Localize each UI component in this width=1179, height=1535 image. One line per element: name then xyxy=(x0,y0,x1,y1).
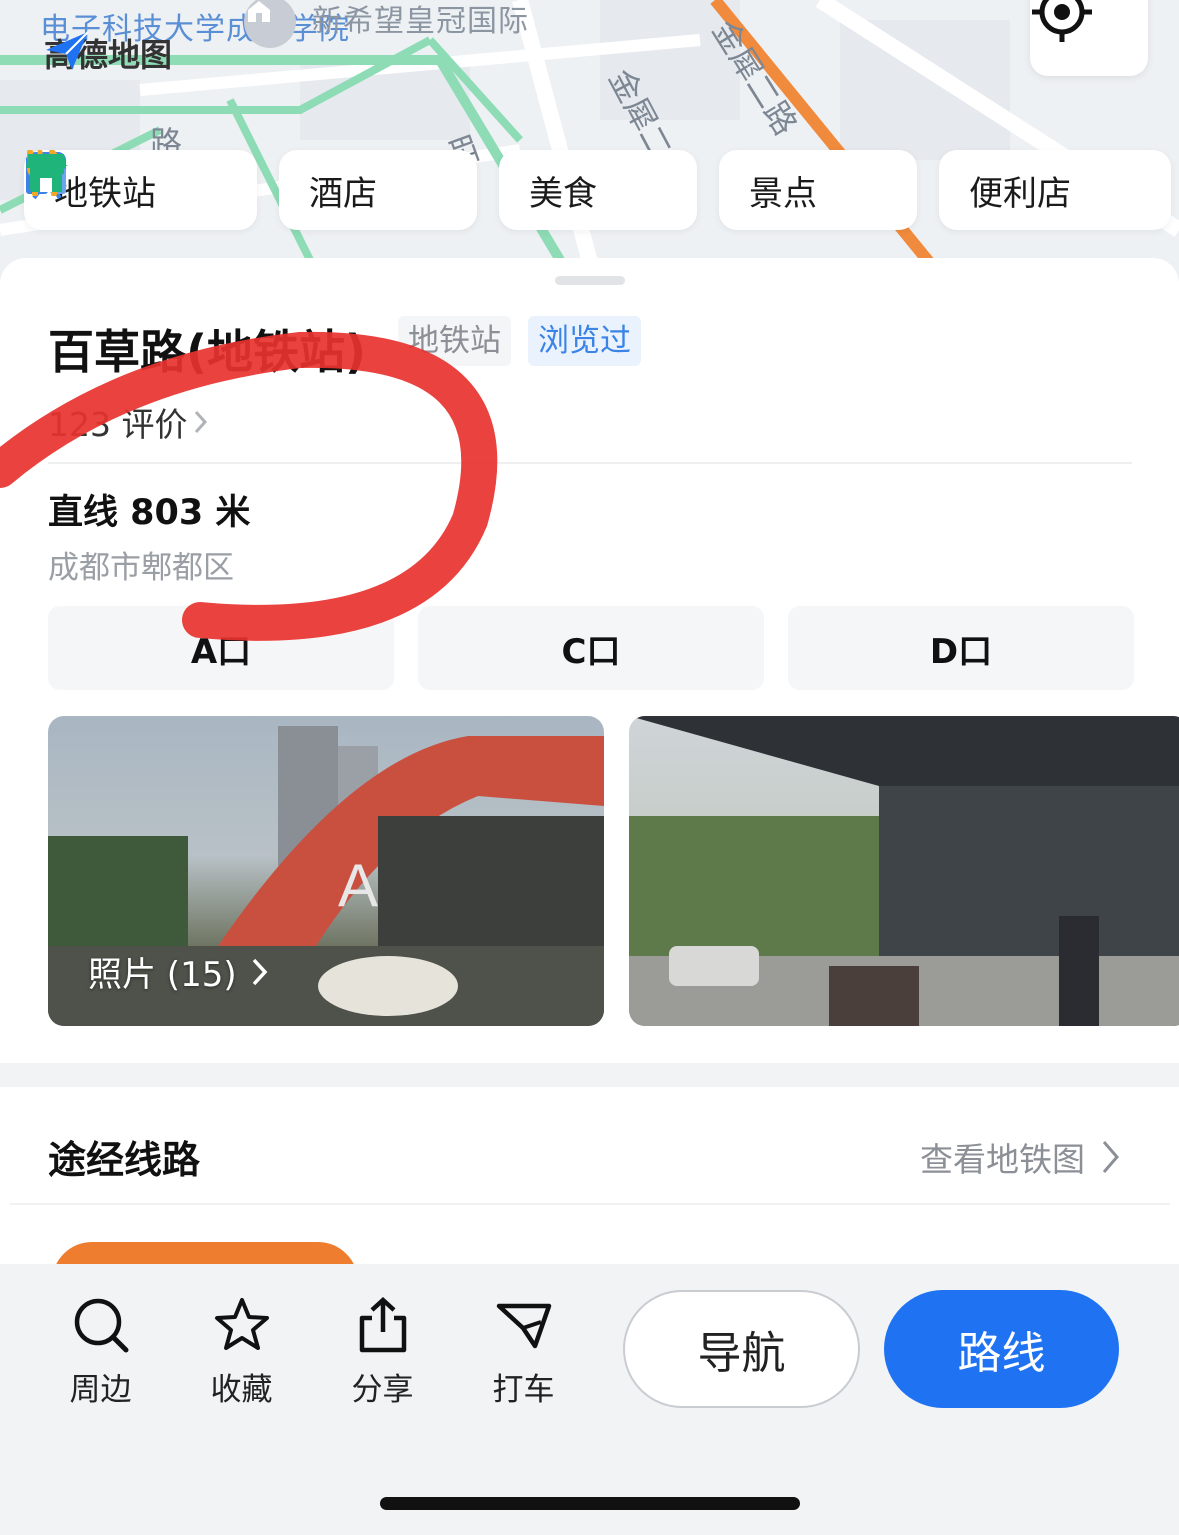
station-photo-scene xyxy=(629,716,1179,1026)
map-poi-label[interactable]: 新希望皇冠国际 xyxy=(312,0,529,40)
chip-attraction[interactable]: 景点 xyxy=(26,150,917,230)
action-label: 分享 xyxy=(351,1372,414,1408)
chip-hotel[interactable]: 酒店 xyxy=(26,150,477,230)
drag-handle[interactable] xyxy=(555,276,625,285)
viewed-tag: 浏览过 xyxy=(528,316,641,366)
station-photo[interactable] xyxy=(629,716,1179,1026)
locate-target-icon xyxy=(1032,0,1092,42)
chevron-right-icon xyxy=(252,958,267,985)
chip-food[interactable]: 美食 xyxy=(27,150,697,230)
annotation-scribble xyxy=(0,331,498,641)
action-label: 收藏 xyxy=(210,1372,273,1408)
taxi-button[interactable]: 打车 xyxy=(471,1296,576,1409)
divider xyxy=(10,1203,1170,1205)
locate-button[interactable] xyxy=(1030,0,1148,76)
amap-logo: 高德地图 xyxy=(44,30,172,76)
exit-button-d[interactable]: D口 xyxy=(788,606,1134,690)
section-gap xyxy=(0,1063,1179,1087)
svg-text:A: A xyxy=(338,852,378,919)
photos-caption: 照片 (15) xyxy=(88,955,237,995)
amap-arrow-icon xyxy=(46,31,89,70)
routes-section: 途经线路 查看地铁图 xyxy=(0,1087,1179,1302)
store-icon xyxy=(26,154,66,192)
category-chips: 地铁站 酒店 美食 景点 便利店 xyxy=(24,150,1171,230)
photos-count-link[interactable]: 照片 (15) xyxy=(88,947,269,996)
chip-label: 便利店 xyxy=(969,173,1071,214)
bottom-action-bar: 周边 收藏 分享 打车 导航 路线 xyxy=(0,1264,1179,1535)
search-icon xyxy=(74,1298,128,1353)
chevron-right-icon xyxy=(1102,1141,1119,1173)
chip-label: 美食 xyxy=(529,173,597,214)
nearby-button[interactable]: 周边 xyxy=(48,1296,153,1409)
station-photo[interactable]: A 照片 (15) xyxy=(48,716,604,1026)
action-group: 周边 收藏 分享 打车 xyxy=(48,1296,576,1409)
chip-label: 景点 xyxy=(749,173,817,214)
home-indicator[interactable] xyxy=(380,1497,800,1510)
chip-label: 酒店 xyxy=(309,173,377,214)
view-metro-map-link[interactable]: 查看地铁图 xyxy=(920,1133,1121,1181)
action-label: 打车 xyxy=(492,1372,555,1408)
map-view[interactable]: 电子科技大学成都学院 新希望皇冠国际 金犀二路 金犀二路 路 旺 高德地图 地 xyxy=(0,0,1179,300)
photo-strip[interactable]: A 照片 (15) xyxy=(48,716,1179,1026)
favorite-button[interactable]: 收藏 xyxy=(189,1296,294,1409)
navigate-button[interactable]: 导航 xyxy=(623,1290,860,1408)
view-metro-map-label: 查看地铁图 xyxy=(920,1140,1085,1179)
route-button[interactable]: 路线 xyxy=(884,1290,1119,1408)
star-icon xyxy=(214,1298,269,1350)
share-button[interactable]: 分享 xyxy=(330,1296,435,1409)
routes-title: 途经线路 xyxy=(48,1138,201,1182)
chip-store[interactable]: 便利店 xyxy=(26,150,1171,230)
share-icon xyxy=(359,1296,406,1353)
taxi-icon xyxy=(496,1303,551,1349)
action-label: 周边 xyxy=(69,1372,132,1408)
